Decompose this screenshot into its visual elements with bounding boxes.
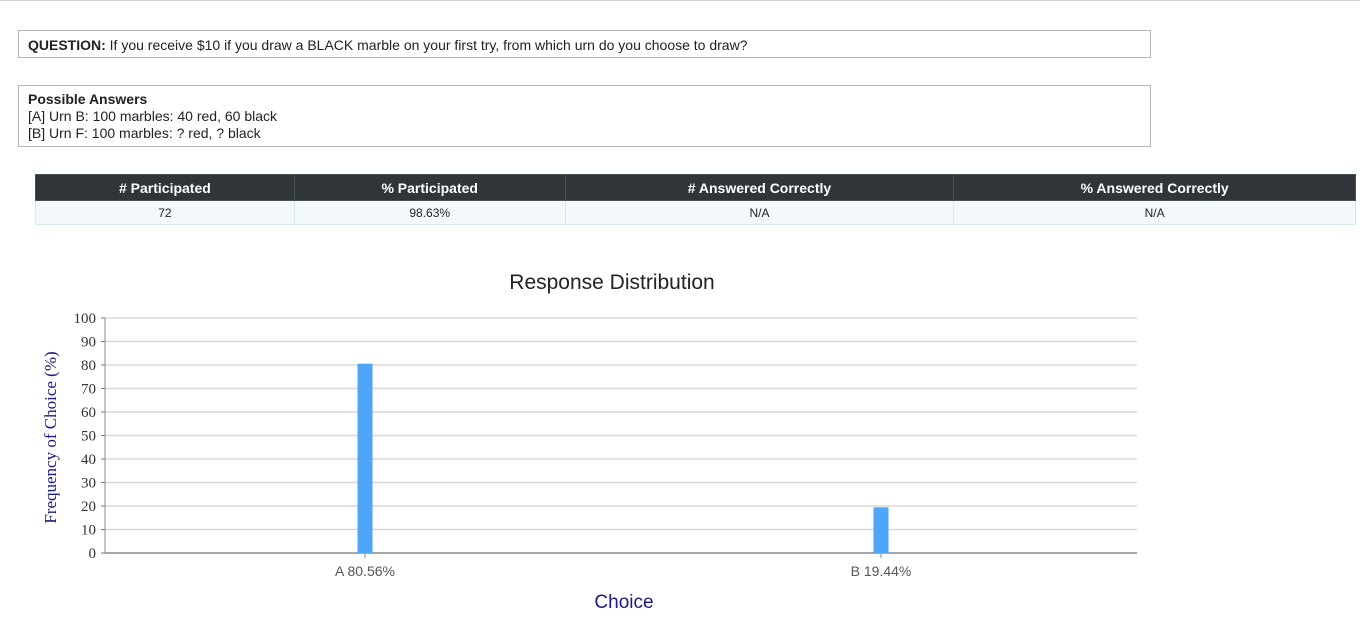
header-participated-percent: % Participated (293, 174, 566, 201)
chart-y-ticks: 0 10 20 30 40 50 60 70 80 90 100 (74, 311, 1137, 562)
answers-box: Possible Answers [A] Urn B: 100 marbles:… (18, 85, 1151, 147)
answer-item-a: [A] Urn B: 100 marbles: 40 red, 60 black (28, 108, 278, 124)
y-tick-label: 20 (81, 499, 96, 515)
y-axis-title: Frequency of Choice (%) (41, 351, 60, 523)
question-text: If you receive $10 if you draw a BLACK m… (109, 37, 748, 53)
stats-header-row: # Participated % Participated # Answered… (35, 174, 1356, 201)
y-tick-label: 80 (81, 358, 96, 374)
top-divider (0, 0, 1360, 1)
header-correct-count: # Answered Correctly (564, 174, 955, 201)
chart-gridlines (105, 317, 1137, 531)
bar (873, 507, 889, 553)
answers-heading: Possible Answers (28, 91, 148, 107)
header-correct-percent: % Answered Correctly (953, 174, 1356, 201)
chart-x-ticks: A 80.56% B 19.44% (335, 553, 911, 579)
table-row: 72 98.63% N/A N/A (35, 200, 1356, 225)
bar (357, 363, 373, 553)
x-tick-label: B 19.44% (851, 563, 912, 579)
x-tick-label: A 80.56% (335, 563, 395, 579)
y-tick-label: 60 (81, 405, 96, 421)
y-tick-label: 10 (81, 523, 96, 539)
cell-correct-percent: N/A (953, 200, 1356, 225)
y-tick-label: 90 (81, 335, 96, 351)
cell-correct-count: N/A (564, 200, 955, 225)
question-box: QUESTION: If you receive $10 if you draw… (18, 30, 1151, 58)
response-distribution-chart: Response Distribution 0 10 20 30 40 50 60 70 80 9… (41, 271, 1137, 613)
chart-title: Response Distribution (509, 271, 714, 294)
y-tick-label: 100 (74, 311, 97, 327)
question-prefix: QUESTION: (28, 37, 106, 53)
x-axis-title: Choice (594, 592, 653, 613)
answer-item-b: [B] Urn F: 100 marbles: ? red, ? black (28, 125, 261, 141)
y-tick-label: 30 (81, 476, 96, 492)
header-participated-count: # Participated (35, 174, 295, 201)
y-tick-label: 50 (81, 429, 96, 445)
stats-table: # Participated % Participated # Answered… (35, 174, 1356, 225)
cell-participated-count: 72 (35, 200, 295, 225)
y-tick-label: 70 (81, 382, 96, 398)
y-tick-label: 0 (89, 546, 97, 562)
y-tick-label: 40 (81, 452, 96, 468)
cell-participated-percent: 98.63% (293, 200, 566, 225)
